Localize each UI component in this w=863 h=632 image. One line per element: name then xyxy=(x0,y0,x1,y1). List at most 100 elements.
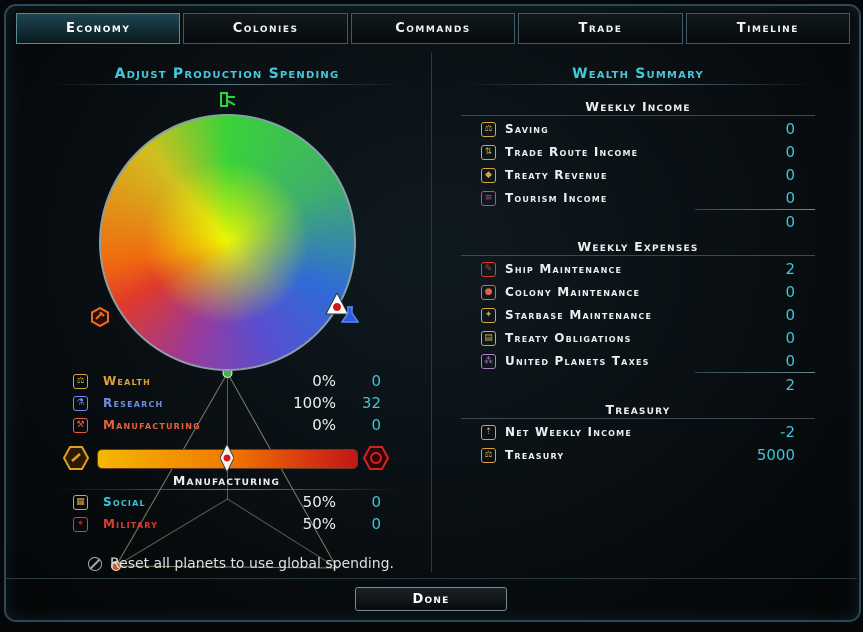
tab-bar: Economy Colonies Commands Trade Timeline xyxy=(16,13,851,44)
ship-maintenance-row: ✎ Ship Maintenance xyxy=(481,260,622,278)
tab-timeline[interactable]: Timeline xyxy=(685,13,851,44)
weekly-expenses-heading: Weekly Expenses xyxy=(577,239,699,254)
social-row: ▦ Social xyxy=(73,493,146,511)
expenses-heading-line xyxy=(461,255,815,256)
scales-icon: ⚖ xyxy=(481,447,496,463)
treasury-row: ⚖ Treasury xyxy=(481,446,564,464)
treasury-heading: Treasury xyxy=(605,402,671,417)
research-percent: 100% xyxy=(293,394,336,412)
handshake-icon: ◆ xyxy=(481,167,496,183)
done-button[interactable]: Done xyxy=(355,587,507,611)
net-weekly-income-value: -2 xyxy=(780,423,795,441)
tab-economy[interactable]: Economy xyxy=(16,13,181,44)
tab-commands[interactable]: Commands xyxy=(350,13,516,44)
ship-maintenance-value: 2 xyxy=(785,260,795,278)
treaty-obligations-label: Treaty Obligations xyxy=(505,331,632,345)
treaty-obligations-row: ▤ Treaty Obligations xyxy=(481,329,632,347)
social-percent: 50% xyxy=(302,493,336,511)
net-weekly-income-label: Net Weekly Income xyxy=(505,425,632,439)
starbase-maintenance-row: ✦ Starbase Maintenance xyxy=(481,306,652,324)
spending-wheel-disc[interactable] xyxy=(99,114,356,371)
wealth-value: 0 xyxy=(371,372,381,390)
military-end-icon xyxy=(362,446,390,474)
reset-label: Reset all planets to use global spending… xyxy=(110,556,394,572)
united-planets-taxes-label: United Planets Taxes xyxy=(505,354,650,368)
social-end-icon xyxy=(62,446,90,474)
saving-value: 0 xyxy=(785,120,795,138)
wrench-icon: ✎ xyxy=(481,261,496,277)
title-underline xyxy=(50,84,404,85)
saving-label: Saving xyxy=(505,122,549,136)
wealth-title-underline xyxy=(461,84,815,85)
social-value: 0 xyxy=(371,493,381,511)
scales-icon: ⚖ xyxy=(481,121,496,137)
net-income-icon: ⇡ xyxy=(481,424,496,440)
crosshair-icon: ⌖ xyxy=(73,516,88,532)
trade-icon: ⇅ xyxy=(481,144,496,160)
social-label: Social xyxy=(103,495,146,509)
tourism-income-row: ≡ Tourism Income xyxy=(481,189,608,207)
treaty-obligations-value: 0 xyxy=(785,329,795,347)
tab-trade[interactable]: Trade xyxy=(518,13,683,44)
tourism-income-value: 0 xyxy=(785,189,795,207)
military-value: 0 xyxy=(371,515,381,533)
planets-icon: ⁂ xyxy=(481,353,496,369)
treaty-revenue-value: 0 xyxy=(785,166,795,184)
colony-icon: ● xyxy=(481,284,496,300)
hammer-icon: ⚒ xyxy=(73,417,88,433)
manufacturing-value: 0 xyxy=(371,416,381,434)
manufacturing-label: Manufacturing xyxy=(103,418,201,432)
slider-title-line xyxy=(60,489,400,490)
saving-row: ⚖ Saving xyxy=(481,120,549,138)
research-row: ⚗ Research xyxy=(73,394,163,412)
trade-route-income-row: ⇅ Trade Route Income xyxy=(481,143,638,161)
manufacturing-percent: 0% xyxy=(312,416,336,434)
slider-title: Manufacturing xyxy=(172,473,281,488)
wealth-summary-title: Wealth Summary xyxy=(572,66,704,82)
manufacturing-slider-knob[interactable] xyxy=(218,442,235,474)
starbase-icon: ✦ xyxy=(481,307,496,323)
starbase-maintenance-value: 0 xyxy=(785,306,795,324)
tourism-icon: ≡ xyxy=(481,190,496,206)
top-vertex-icon xyxy=(219,92,237,112)
bottom-separator xyxy=(6,578,857,579)
expenses-total-value: 2 xyxy=(785,376,795,394)
income-heading-line xyxy=(461,115,815,116)
wealth-percent: 0% xyxy=(312,372,336,390)
building-icon: ▦ xyxy=(73,494,88,510)
military-percent: 50% xyxy=(302,515,336,533)
treasury-label: Treasury xyxy=(505,448,565,462)
document-icon: ▤ xyxy=(481,330,496,346)
united-planets-taxes-value: 0 xyxy=(785,352,795,370)
reset-spending-option[interactable]: Reset all planets to use global spending… xyxy=(88,556,394,572)
research-value: 32 xyxy=(361,394,381,412)
trade-route-income-label: Trade Route Income xyxy=(505,145,639,159)
treaty-revenue-row: ◆ Treaty Revenue xyxy=(481,166,608,184)
colony-maintenance-label: Colony Maintenance xyxy=(505,285,641,299)
weekly-income-heading: Weekly Income xyxy=(585,99,691,114)
flask-icon: ⚗ xyxy=(73,395,88,411)
wealth-row: ⚖ Wealth xyxy=(73,372,151,390)
starbase-maintenance-label: Starbase Maintenance xyxy=(505,308,653,322)
wealth-label: Wealth xyxy=(103,374,152,388)
income-total-value: 0 xyxy=(785,213,795,231)
united-planets-taxes-row: ⁂ United Planets Taxes xyxy=(481,352,650,370)
manufacturing-vertex-icon xyxy=(90,306,110,331)
reset-icon xyxy=(88,557,102,571)
colony-maintenance-value: 0 xyxy=(785,283,795,301)
expenses-sum-line xyxy=(695,372,815,373)
tourism-income-label: Tourism Income xyxy=(505,191,608,205)
treaty-revenue-label: Treaty Revenue xyxy=(505,168,608,182)
ship-maintenance-label: Ship Maintenance xyxy=(505,262,623,276)
income-sum-line xyxy=(695,209,815,210)
colony-maintenance-row: ● Colony Maintenance xyxy=(481,283,640,301)
production-title: Adjust Production Spending xyxy=(114,66,340,82)
flask-vertex-icon xyxy=(340,306,360,328)
treasury-value: 5000 xyxy=(756,446,795,464)
tab-colonies[interactable]: Colonies xyxy=(183,13,348,44)
military-row: ⌖ Military xyxy=(73,515,158,533)
panel-divider xyxy=(431,52,432,572)
spending-wheel[interactable] xyxy=(99,114,356,571)
military-label: Military xyxy=(103,517,159,531)
scales-icon: ⚖ xyxy=(73,373,88,389)
